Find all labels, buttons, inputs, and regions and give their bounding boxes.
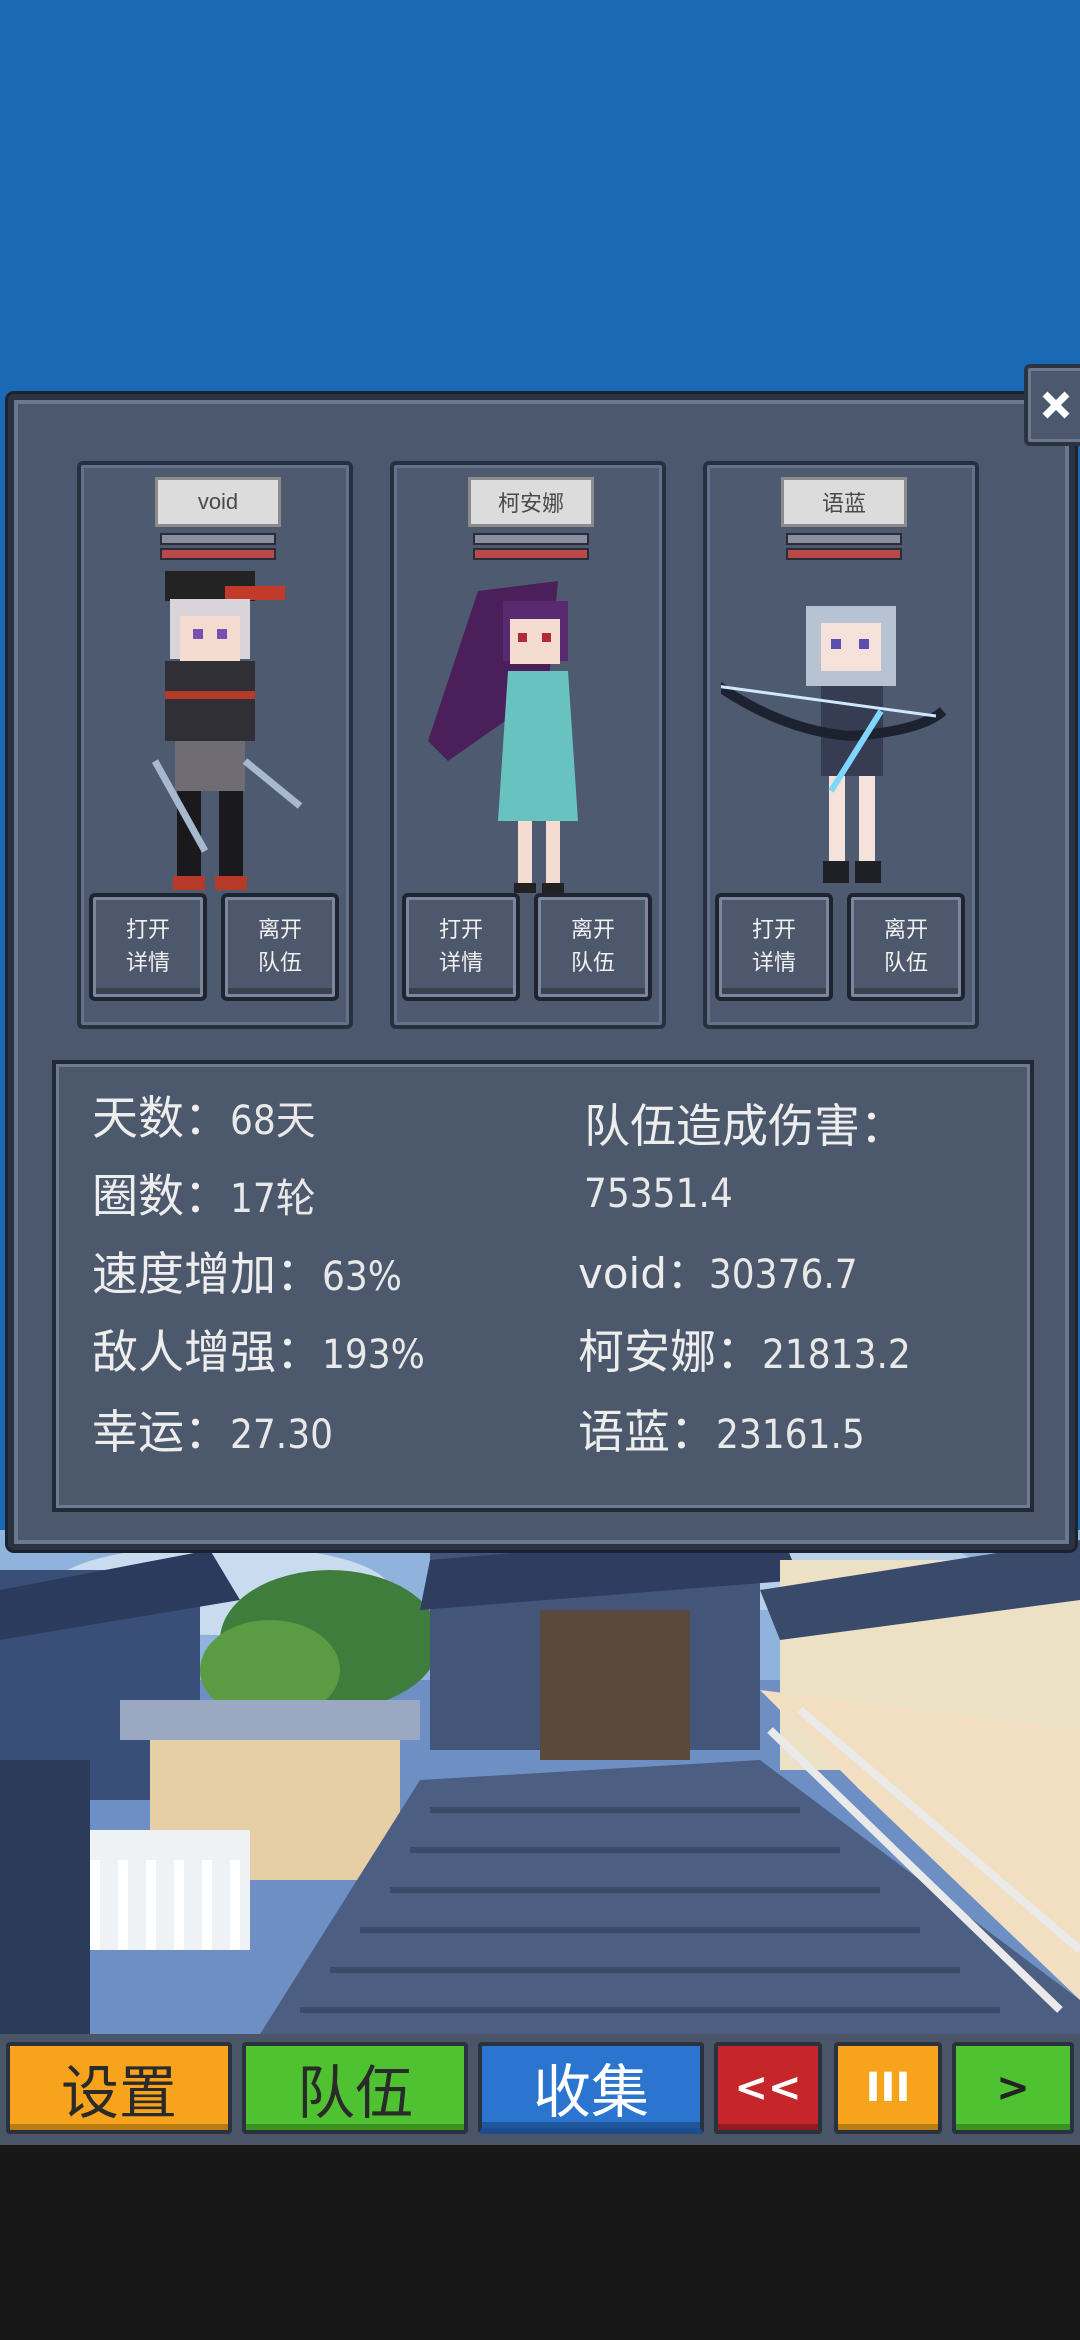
pause-button[interactable]: III bbox=[834, 2042, 942, 2134]
party-card-keana: 柯安娜 打开 详情 离开 队伍 bbox=[390, 461, 666, 1029]
character-name: 语蓝 bbox=[781, 477, 907, 527]
settings-button[interactable]: 设置 bbox=[6, 2042, 232, 2134]
leave-team-button[interactable]: 离开 队伍 bbox=[847, 893, 965, 1001]
stat-laps: 圈数：17轮 bbox=[92, 1160, 316, 1226]
stat-enemy-boost: 敌人增强：193% bbox=[92, 1316, 425, 1382]
stat-value: 63% bbox=[322, 1254, 402, 1300]
stat-value: 23161.5 bbox=[716, 1412, 865, 1458]
stat-value: 68天 bbox=[230, 1098, 316, 1144]
stat-days: 天数：68天 bbox=[92, 1082, 316, 1148]
hp-bar bbox=[473, 533, 589, 545]
bottom-toolbar: 设置 队伍 收集 << III > bbox=[0, 2034, 1080, 2146]
pause-icon: III bbox=[865, 2065, 911, 2111]
leave-team-button[interactable]: 离开 队伍 bbox=[534, 893, 652, 1001]
play-button[interactable]: > bbox=[952, 2042, 1074, 2134]
party-card-void: void 打开 详情 离开 队伍 bbox=[77, 461, 353, 1029]
mp-bar bbox=[473, 548, 589, 560]
open-details-button[interactable]: 打开 详情 bbox=[402, 893, 520, 1001]
stat-label: 柯安娜： bbox=[578, 1325, 762, 1379]
hp-bar bbox=[786, 533, 902, 545]
stat-label: 幸运： bbox=[92, 1405, 230, 1459]
background-scenery bbox=[0, 1530, 1080, 2050]
hp-bar bbox=[160, 533, 276, 545]
stat-team-damage-value: 75351.4 bbox=[584, 1164, 733, 1218]
character-portrait-yulan bbox=[721, 606, 947, 883]
rewind-icon: << bbox=[734, 2065, 802, 2111]
stat-damage-keana: 柯安娜：21813.2 bbox=[578, 1316, 911, 1382]
stat-value: 193% bbox=[322, 1332, 425, 1378]
collect-button[interactable]: 收集 bbox=[478, 2042, 704, 2134]
mp-bar bbox=[160, 548, 276, 560]
stat-value: 30376.7 bbox=[708, 1252, 858, 1298]
stat-team-damage-label: 队伍造成伤害： bbox=[584, 1099, 906, 1153]
close-button[interactable] bbox=[1024, 364, 1080, 446]
stat-damage-yulan: 语蓝：23161.5 bbox=[578, 1396, 865, 1462]
stat-label: 语蓝： bbox=[578, 1405, 716, 1459]
play-icon: > bbox=[996, 2065, 1030, 2111]
close-icon bbox=[1042, 391, 1070, 419]
character-name: 柯安娜 bbox=[468, 477, 594, 527]
character-name: void bbox=[155, 477, 281, 527]
stat-value: 17轮 bbox=[230, 1176, 316, 1222]
stat-luck: 幸运：27.30 bbox=[92, 1396, 333, 1462]
rewind-button[interactable]: << bbox=[714, 2042, 822, 2134]
stat-label: 天数： bbox=[92, 1091, 230, 1145]
open-details-button[interactable]: 打开 详情 bbox=[89, 893, 207, 1001]
mp-bar bbox=[786, 548, 902, 560]
character-portrait-void bbox=[151, 571, 303, 890]
bottom-area bbox=[0, 2145, 1080, 2340]
stat-label: void： bbox=[578, 1249, 709, 1298]
team-stats: 天数：68天 圈数：17轮 速度增加：63% 敌人增强：193% 幸运：27.3… bbox=[52, 1060, 1034, 1512]
character-portrait-keana bbox=[428, 581, 578, 893]
stat-speed: 速度增加：63% bbox=[92, 1238, 402, 1304]
stat-damage-void: void：30376.7 bbox=[578, 1240, 858, 1301]
open-details-button[interactable]: 打开 详情 bbox=[715, 893, 833, 1001]
stat-value: 75351.4 bbox=[584, 1171, 733, 1217]
leave-team-button[interactable]: 离开 队伍 bbox=[221, 893, 339, 1001]
stat-value: 27.30 bbox=[230, 1412, 333, 1458]
stat-label: 圈数： bbox=[92, 1169, 230, 1223]
party-card-yulan: 语蓝 打开 详情 离开 队伍 bbox=[703, 461, 979, 1029]
stat-label: 速度增加： bbox=[92, 1247, 322, 1301]
team-button[interactable]: 队伍 bbox=[242, 2042, 468, 2134]
stat-value: 21813.2 bbox=[762, 1332, 911, 1378]
stat-label: 敌人增强： bbox=[92, 1325, 322, 1379]
